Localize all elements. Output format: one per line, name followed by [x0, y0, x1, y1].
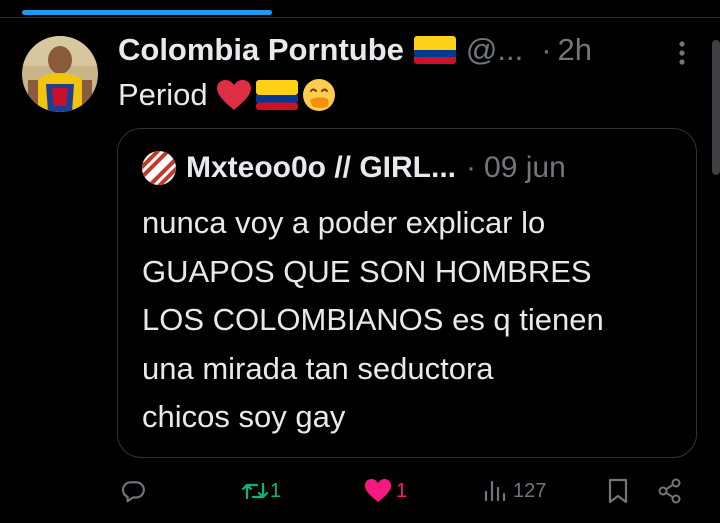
like-button[interactable]: 1: [364, 470, 407, 512]
more-options-icon[interactable]: [672, 38, 692, 68]
quoted-timestamp[interactable]: 09 jun: [484, 151, 566, 185]
quoted-text-line: GUAPOS QUE SON HOMBRES: [142, 253, 592, 289]
share-button[interactable]: [656, 470, 684, 512]
avatar[interactable]: [22, 36, 98, 112]
separator-dot: ·: [541, 32, 552, 67]
tweet-body: Period: [118, 77, 208, 112]
red-heart-icon: [216, 80, 251, 110]
quoted-avatar[interactable]: [142, 151, 176, 185]
divider: [0, 17, 720, 18]
like-count: 1: [396, 479, 408, 502]
quoted-tweet-body: nunca voy a poder explicar lo GUAPOS QUE…: [142, 199, 682, 442]
bookmark-button[interactable]: [606, 470, 630, 512]
separator-dot: ·: [466, 151, 477, 184]
heart-icon: [365, 479, 391, 502]
quoted-text-line: una mirada tan seductora: [142, 350, 494, 386]
quoted-text-line: LOS COLOMBIANOS es q tienen: [142, 302, 604, 337]
retweet-button[interactable]: 1: [240, 470, 281, 512]
share-icon: [658, 478, 681, 504]
reply-icon: [121, 481, 145, 503]
bookmark-icon: [608, 478, 628, 504]
quoted-tweet[interactable]: Mxteoo0o // GIRL... · 09 jun nunca voy a…: [117, 128, 697, 458]
views-button[interactable]: 127: [483, 470, 546, 512]
colombia-flag-icon: [413, 36, 456, 64]
author-handle[interactable]: @...: [466, 32, 523, 68]
views-chart-icon: [484, 480, 506, 502]
reply-button[interactable]: [120, 470, 146, 512]
face-with-hand-over-mouth-icon: [302, 79, 335, 111]
scrollbar[interactable]: [712, 40, 720, 175]
quoted-author-name[interactable]: Mxteoo0o // GIRL...: [186, 151, 456, 185]
tweet-header: Colombia Porntube @... · 2h: [118, 30, 592, 70]
author-name[interactable]: Colombia Porntube: [118, 32, 404, 68]
progress-indicator: [22, 10, 272, 15]
timestamp[interactable]: 2h: [558, 32, 592, 68]
quoted-text-line: chicos soy gay: [142, 399, 346, 434]
retweet-icon: [241, 482, 269, 500]
views-count: 127: [513, 479, 547, 502]
colombia-flag-icon: [255, 80, 298, 110]
quoted-text-line: nunca voy a poder explicar lo: [142, 205, 546, 240]
action-bar: 1 1 127: [0, 470, 720, 512]
quoted-tweet-header: Mxteoo0o // GIRL... · 09 jun: [142, 149, 566, 187]
retweet-count: 1: [270, 479, 282, 502]
tweet-text: Period: [118, 75, 336, 115]
